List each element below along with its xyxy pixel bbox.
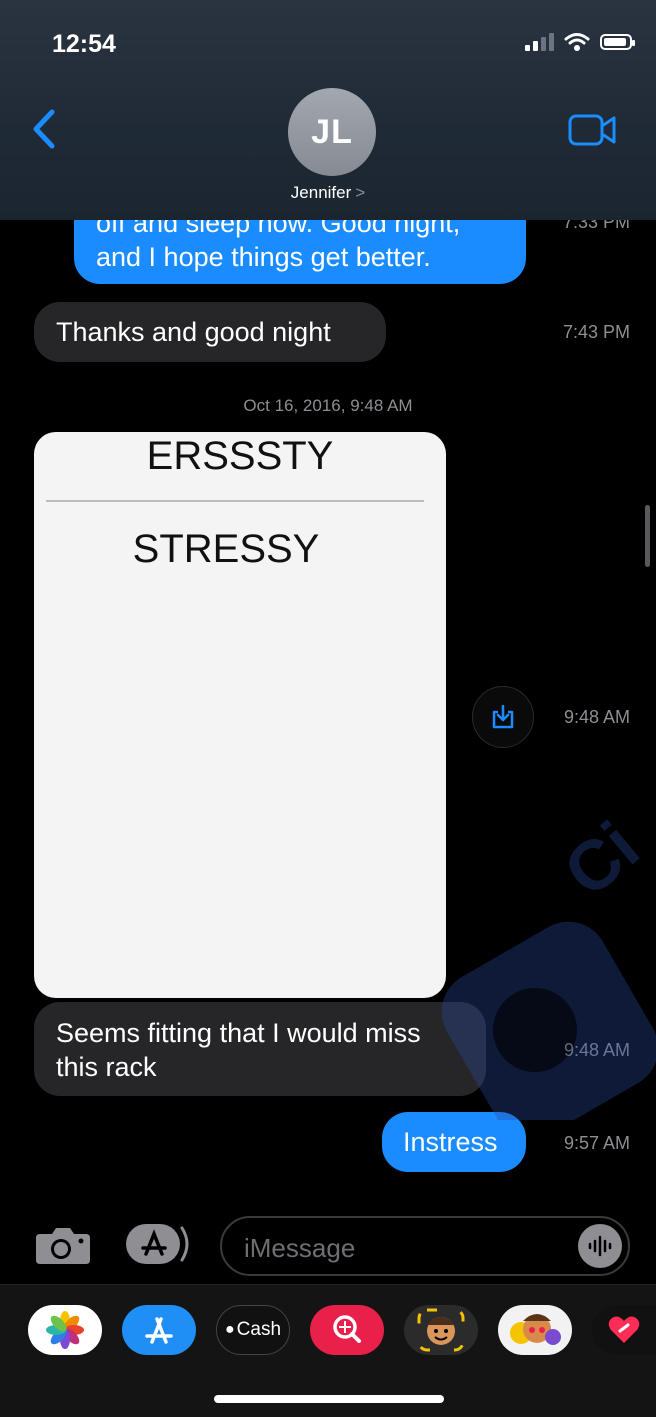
message-text-line: this rack	[56, 1052, 157, 1082]
memoji-app-button[interactable]	[404, 1305, 478, 1355]
app-store-app-button[interactable]	[122, 1305, 196, 1355]
wifi-icon	[564, 33, 590, 51]
download-icon	[492, 704, 514, 729]
facetime-video-button[interactable]	[568, 112, 618, 148]
message-input[interactable]	[242, 1230, 566, 1266]
apple-logo-icon: ●	[224, 1321, 235, 1338]
image-search-app-button[interactable]	[310, 1305, 384, 1355]
status-icons	[525, 32, 635, 52]
scroll-indicator[interactable]	[645, 505, 650, 567]
image-search-app-icon	[333, 1315, 361, 1343]
photos-app-icon	[46, 1311, 84, 1349]
apple-cash-label: Cash	[236, 1319, 282, 1340]
animoji-stickers-app-icon	[510, 1314, 561, 1345]
message-timestamp: 9:57 AM	[563, 1133, 630, 1153]
imessage-app-drawer: ● Cash	[0, 1284, 656, 1417]
waveform-icon	[588, 1235, 612, 1257]
contact-name: Jennifer	[290, 183, 352, 202]
audio-message-button[interactable]	[578, 1224, 622, 1268]
contact-avatar[interactable]: JL	[288, 88, 376, 176]
message-text: Thanks and good night	[56, 317, 331, 347]
message-text: Instress	[403, 1127, 498, 1157]
message-timestamp: 9:48 AM	[563, 707, 630, 727]
stickers-app-button[interactable]	[498, 1305, 572, 1355]
message-text-line: Seems fitting that I would miss	[56, 1018, 421, 1048]
battery-icon	[600, 34, 635, 50]
image-word-scrambled: ERSSSTY	[146, 434, 334, 478]
status-time: 12:54	[52, 30, 116, 58]
contact-name-button[interactable]: Jennifer >	[0, 183, 656, 203]
back-button[interactable]	[26, 104, 66, 154]
image-attachment[interactable]: ERSSSTY STRESSY	[34, 432, 446, 998]
date-separator: Oct 16, 2016, 9:48 AM	[243, 396, 413, 415]
app-drawer-toggle-button[interactable]	[124, 1222, 194, 1266]
app-store-app-icon	[145, 1317, 173, 1344]
cellular-signal-icon	[525, 33, 554, 51]
photos-app-button[interactable]	[28, 1305, 102, 1355]
chevron-left-icon	[33, 109, 55, 149]
save-image-button[interactable]	[472, 686, 534, 748]
message-bubble-incoming[interactable]: Thanks and good night	[34, 302, 386, 362]
message-bubble-incoming[interactable]: Seems fitting that I would miss this rac…	[34, 1002, 486, 1096]
app-store-icon	[126, 1224, 189, 1264]
message-text-line: and I hope things get better.	[96, 242, 431, 272]
apple-cash-app-button[interactable]: ● Cash	[216, 1305, 290, 1355]
memoji-app-icon	[417, 1308, 465, 1352]
chevron-right-icon: >	[355, 183, 366, 202]
video-camera-icon	[568, 114, 616, 146]
compose-bar	[0, 1200, 656, 1284]
image-divider	[46, 500, 424, 502]
heart-icon	[608, 1316, 640, 1343]
message-timestamp: 7:43 PM	[562, 322, 630, 342]
message-input-field[interactable]	[220, 1216, 630, 1276]
home-indicator[interactable]	[214, 1395, 444, 1403]
conversation-header: 12:54 JL Jennifer >	[0, 0, 656, 220]
camera-icon	[36, 1228, 90, 1264]
message-bubble-outgoing[interactable]: Instress	[382, 1112, 526, 1172]
image-word-solution: STRESSY	[132, 527, 320, 571]
digital-touch-app-button[interactable]	[592, 1305, 656, 1355]
message-timestamp: 9:48 AM	[563, 1040, 630, 1060]
camera-button[interactable]	[34, 1224, 92, 1266]
